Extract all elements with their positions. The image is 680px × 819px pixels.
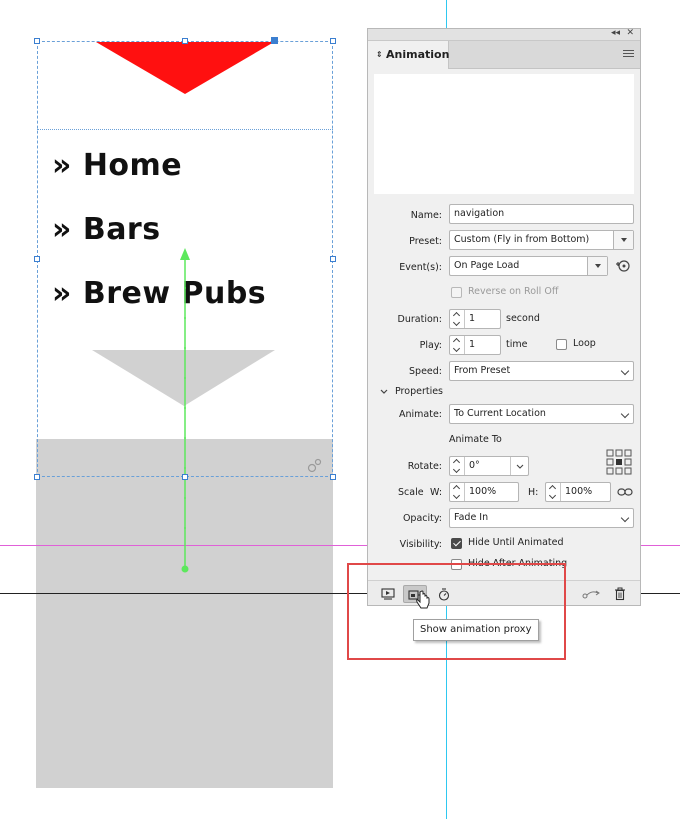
link-icon[interactable]	[617, 487, 633, 497]
preset-label: Preset:	[409, 236, 442, 247]
selection-handle[interactable]	[330, 38, 336, 44]
motion-path-icon	[582, 590, 600, 599]
play-stepper[interactable]: 1	[449, 335, 501, 355]
properties-section-label[interactable]: Properties	[395, 386, 443, 397]
scale-width-stepper[interactable]: 100%	[449, 482, 519, 502]
scale-label: Scale	[398, 487, 424, 498]
animation-preview-area	[374, 74, 634, 194]
visibility-label: Visibility:	[399, 539, 442, 550]
trash-icon	[615, 587, 625, 601]
selection-bounding-box[interactable]	[37, 41, 333, 477]
chevron-down-icon[interactable]	[587, 257, 607, 275]
play-value: 1	[469, 339, 476, 350]
selection-inner-divider	[37, 129, 333, 130]
animate-to-heading: Animate To	[449, 434, 502, 445]
events-select[interactable]: On Page Load	[449, 256, 608, 276]
loop-checkbox[interactable]	[556, 339, 567, 350]
preset-select[interactable]: Custom (Fly in from Bottom)	[449, 230, 634, 250]
stepper-arrows-icon[interactable]	[546, 483, 561, 501]
speed-label: Speed:	[409, 366, 442, 377]
name-input[interactable]: navigation	[449, 204, 634, 224]
scale-h-value: 100%	[565, 486, 593, 497]
animate-label: Animate:	[398, 409, 442, 420]
scale-w-label: W:	[430, 487, 443, 498]
hide-until-animated-label: Hide Until Animated	[468, 537, 564, 548]
delete-animation-button[interactable]	[608, 585, 632, 603]
selection-handle[interactable]	[330, 256, 336, 262]
reverse-label: Reverse on Roll Off	[468, 286, 559, 297]
chevron-down-icon[interactable]	[510, 457, 528, 475]
name-label: Name:	[410, 210, 442, 221]
speed-select[interactable]: From Preset	[449, 361, 634, 381]
opacity-select[interactable]: Fade In	[449, 508, 634, 528]
rotate-value: 0°	[469, 460, 480, 471]
selection-handle[interactable]	[34, 38, 40, 44]
tab-animation[interactable]: ⇕ Animation	[368, 41, 449, 69]
tab-animation-label: Animation	[386, 48, 450, 61]
scale-w-value: 100%	[469, 486, 497, 497]
show-proxy-tooltip: Show animation proxy	[413, 619, 539, 641]
chevron-down-icon[interactable]	[380, 389, 388, 395]
tab-grip-icon: ⇕	[376, 50, 383, 59]
reference-point-icon[interactable]	[606, 449, 632, 475]
reverse-checkbox[interactable]	[451, 287, 462, 298]
duration-unit: second	[506, 313, 540, 324]
hide-until-animated-checkbox[interactable]	[451, 538, 462, 549]
panel-menu-icon[interactable]	[623, 50, 634, 59]
duration-label: Duration:	[397, 314, 442, 325]
play-unit: time	[506, 339, 528, 350]
preset-value: Custom (Fly in from Bottom)	[454, 234, 590, 245]
opacity-label: Opacity:	[402, 513, 442, 524]
chevron-down-icon[interactable]	[613, 231, 633, 249]
collapse-icon[interactable]: ◂◂	[611, 28, 620, 38]
rotate-stepper[interactable]: 0°	[449, 456, 529, 476]
stepper-arrows-icon[interactable]	[450, 336, 465, 354]
object-gear-icon[interactable]	[306, 456, 324, 474]
selection-handle[interactable]	[182, 474, 188, 480]
selection-handle[interactable]	[34, 474, 40, 480]
stepper-arrows-icon[interactable]	[450, 483, 465, 501]
animation-panel: ◂◂ ✕ ⇕ Animation Name: navigation Preset…	[367, 28, 641, 606]
duration-stepper[interactable]: 1	[449, 309, 501, 329]
rotate-label: Rotate:	[407, 461, 442, 472]
events-value: On Page Load	[454, 260, 520, 271]
scale-height-stepper[interactable]: 100%	[545, 482, 611, 502]
selection-handle[interactable]	[182, 38, 188, 44]
motion-path-button[interactable]	[580, 585, 604, 603]
highlight-annotation-box	[347, 563, 566, 660]
close-icon[interactable]: ✕	[626, 28, 634, 38]
event-add-icon[interactable]	[614, 258, 632, 272]
stepper-arrows-icon[interactable]	[450, 457, 465, 475]
selection-handle[interactable]	[271, 37, 278, 44]
events-label: Event(s):	[399, 262, 442, 273]
animate-select[interactable]: To Current Location	[449, 404, 634, 424]
scale-h-label: H:	[528, 487, 539, 498]
play-label: Play:	[419, 340, 442, 351]
duration-value: 1	[469, 313, 476, 324]
selection-handle[interactable]	[330, 474, 336, 480]
selection-handle[interactable]	[34, 256, 40, 262]
panel-tab-bar: ⇕ Animation	[368, 41, 640, 69]
stepper-arrows-icon[interactable]	[450, 310, 465, 328]
loop-label: Loop	[573, 338, 596, 349]
panel-title-strip: ◂◂ ✕	[368, 28, 640, 41]
